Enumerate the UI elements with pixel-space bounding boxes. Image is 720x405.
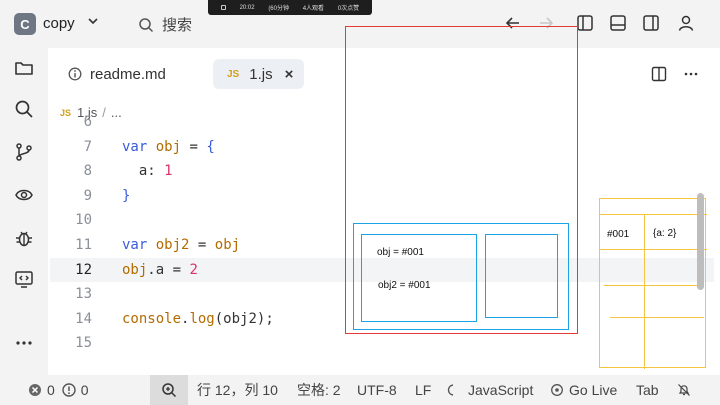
activity-bar	[0, 48, 48, 375]
search-view-icon[interactable]	[14, 99, 34, 119]
code-text: var obj2 = obj	[122, 237, 241, 253]
tab-mode[interactable]: Tab	[636, 375, 659, 405]
bell-muted-icon	[678, 384, 690, 396]
search-icon	[139, 17, 154, 32]
toggle-sidebar-icon[interactable]	[576, 14, 594, 32]
encoding[interactable]: UTF-8	[357, 375, 397, 405]
zoom-in-icon	[162, 383, 177, 398]
more-actions-icon[interactable]	[683, 66, 699, 82]
line-number: 10	[75, 212, 92, 229]
chevron-down-icon[interactable]	[86, 14, 100, 28]
annotation-obj2-label: obj2 = #001	[378, 280, 431, 291]
vertical-scrollbar[interactable]	[697, 193, 704, 290]
recording-time: 20:02	[239, 4, 255, 11]
js-file-icon: JS	[227, 68, 240, 80]
source-control-icon[interactable]	[14, 142, 34, 162]
recording-duration: (60分钟	[268, 6, 289, 12]
project-name[interactable]: copy	[43, 15, 75, 32]
tab-label: 1.js	[249, 65, 273, 83]
close-icon[interactable]: ×	[285, 66, 294, 83]
recording-overlay: 20:02 (60分钟 4人观看 0次点赞	[208, 0, 372, 15]
line-number: 14	[75, 310, 92, 327]
annotation-value-label: {a: 2}	[653, 228, 677, 239]
line-number: 12	[75, 261, 92, 278]
annotation-obj-label: obj = #001	[377, 247, 424, 258]
broadcast-icon	[551, 384, 563, 396]
project-avatar[interactable]: C	[14, 13, 36, 35]
indentation[interactable]: 空格: 2	[297, 375, 341, 405]
line-number: 6	[83, 114, 92, 130]
line-number: 11	[75, 237, 92, 253]
line-number: 8	[83, 163, 92, 180]
problems-indicator[interactable]: 0 0	[28, 375, 89, 405]
line-number: 9	[83, 187, 92, 204]
tab-readme[interactable]: readme.md	[68, 59, 166, 89]
language-label: JavaScript	[468, 382, 534, 398]
warning-icon	[62, 383, 76, 397]
warning-count: 0	[80, 382, 89, 398]
status-bar: 0 0 行 12，列 10 空格: 2 UTF-8 LF JavaScript …	[0, 375, 720, 405]
split-editor-icon[interactable]	[651, 66, 667, 82]
code-text: var obj = {	[122, 138, 215, 155]
toggle-panel-icon[interactable]	[609, 14, 627, 32]
brackets-icon	[447, 384, 454, 396]
zoom-button[interactable]	[150, 375, 188, 405]
annotation-address-label: #001	[607, 229, 630, 240]
annotation-empty-box	[485, 234, 558, 318]
code-text: obj.a = 2	[122, 261, 198, 278]
toggle-secondary-sidebar-icon[interactable]	[642, 14, 660, 32]
more-icon[interactable]	[14, 333, 34, 353]
account-icon[interactable]	[677, 14, 695, 32]
explorer-icon[interactable]	[14, 58, 34, 78]
go-live-label: Go Live	[569, 382, 618, 398]
code-text: a: 1	[138, 163, 173, 180]
language-mode[interactable]: JavaScript	[444, 375, 533, 405]
info-icon	[68, 67, 82, 81]
search-box[interactable]: 搜索	[138, 14, 192, 35]
line-number: 7	[83, 138, 92, 155]
error-icon	[29, 384, 41, 396]
cursor-position[interactable]: 行 12，列 10	[197, 375, 278, 405]
annotation-heap-box	[599, 198, 707, 369]
line-number: 13	[75, 286, 92, 303]
recording-viewers: 4人观看	[302, 6, 325, 12]
code-text: console.log(obj2);	[122, 310, 274, 327]
notifications-button[interactable]	[677, 375, 691, 405]
remote-window-icon[interactable]	[14, 269, 34, 289]
line-number: 15	[75, 335, 92, 352]
error-count: 0	[47, 382, 55, 398]
recording-likes: 0次点赞	[337, 6, 360, 12]
home-icon	[220, 5, 226, 10]
tab-1-js[interactable]: JS 1.js ×	[213, 59, 304, 89]
tab-label: readme.md	[90, 65, 166, 83]
debug-icon[interactable]	[14, 228, 34, 248]
search-label: 搜索	[162, 17, 193, 34]
remote-explorer-icon[interactable]	[14, 185, 34, 205]
code-text: }	[122, 187, 131, 204]
end-of-line[interactable]: LF	[415, 375, 431, 405]
go-live-button[interactable]: Go Live	[550, 375, 617, 405]
